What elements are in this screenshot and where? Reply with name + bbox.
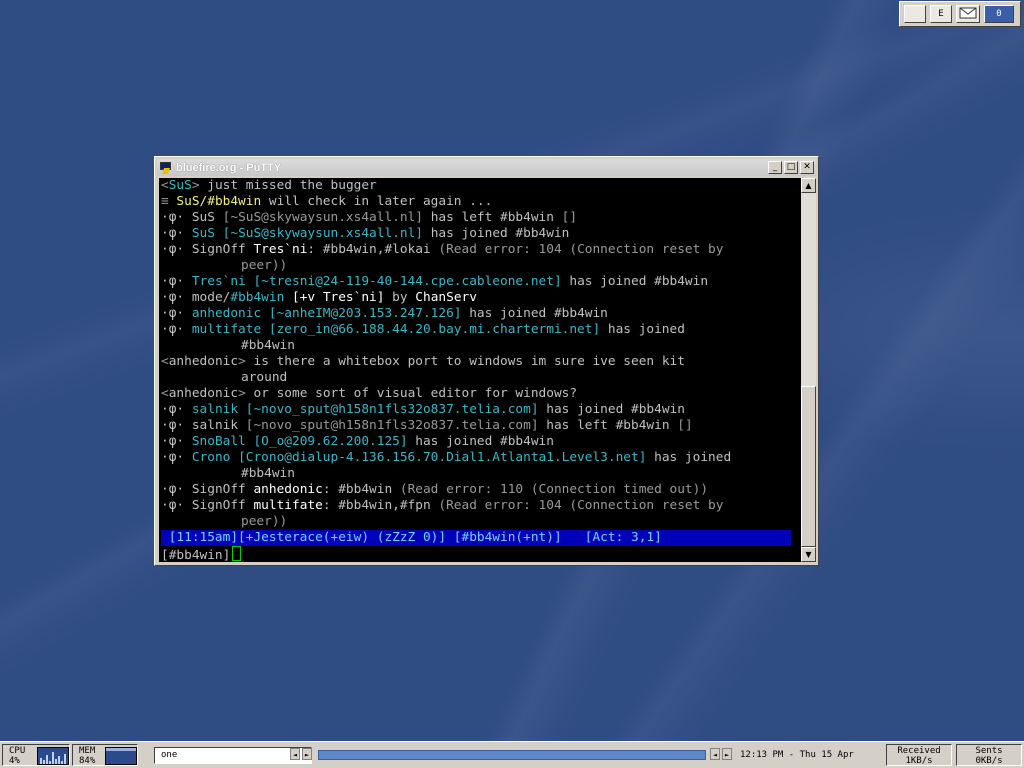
chat-line: ·φ· SignOff anhedonic: #bb4win (Read err… [161,482,709,497]
channel-prompt: [#bb4win] [161,548,231,562]
next-desktop-icon[interactable]: ► [302,748,312,760]
mem-value: 84% [79,756,96,766]
maximize-button[interactable]: □ [784,161,798,174]
scroll-thumb[interactable] [801,386,816,547]
cpu-value: 4% [9,756,20,766]
chat-line: <SuS> just missed the bugger [161,178,377,193]
mail-icon[interactable] [956,5,980,23]
chat-line: ·φ· anhedonic [~anheIM@203.153.247.126] … [161,306,608,321]
vertical-scrollbar[interactable]: ▲ ▼ [801,178,816,562]
chat-line: ·φ· SignOff multifate: #bb4win,#fpn (Rea… [161,498,724,513]
tray-counter-button[interactable]: 0 [984,5,1014,23]
chat-line: ·φ· salnik [~novo_sput@h158n1fls32o837.t… [161,402,685,417]
tray-e-button[interactable]: E [930,5,952,23]
taskbar: CPU 4% MEM 84% one ◄ ► ◄ ► 12:13 PM - Thu … [0,741,1024,768]
task-scroll-track[interactable] [318,750,706,760]
chat-line: peer)) [241,258,288,273]
irc-status-bar: [11:15am][+Jesterace(+eiw) (zZzZ 0)] [#b… [161,530,791,546]
desktop-name-field[interactable]: one [154,747,312,764]
close-button[interactable]: ✕ [800,161,814,174]
received-label: Received [897,746,941,756]
task-prev-icon[interactable]: ◄ [710,748,720,760]
mem-label: MEM [79,746,96,756]
terminal-output[interactable]: <SuS> just missed the bugger ≡ SuS/#bb4w… [159,178,801,562]
chat-line: <anhedonic> or some sort of visual edito… [161,386,578,401]
scroll-down-icon[interactable]: ▼ [801,547,816,562]
chat-line: ·φ· salnik [~novo_sput@h158n1fls32o837.t… [161,418,693,433]
scroll-up-icon[interactable]: ▲ [801,178,816,193]
task-next-icon[interactable]: ► [722,748,732,760]
window-title: bluefire.org - PuTTY [176,161,282,174]
mem-monitor: MEM 84% [72,744,138,766]
clock[interactable]: 12:13 PM - Thu 15 Apr [740,747,870,764]
cpu-monitor: CPU 4% [2,744,70,766]
blank-button[interactable] [904,5,926,23]
chat-line: ·φ· SnoBall [O_o@209.62.200.125] has joi… [161,434,554,449]
chat-line: ·φ· multifate [zero_in@66.188.44.20.bay.… [161,322,685,337]
chat-line: around [241,370,288,385]
chat-line: <anhedonic> is there a whitebox port to … [161,354,685,369]
chat-line: ·φ· Crono [Crono@dialup-4.136.156.70.Dia… [161,450,732,465]
chat-line: peer)) [241,514,288,529]
cpu-label: CPU [9,746,26,756]
chat-line: ·φ· Tres`ni [~tresni@24-119-40-144.cpe.c… [161,274,709,289]
chat-line: ≡ SuS/#bb4win will check in later again … [161,194,493,209]
cpu-graph [37,747,69,765]
chat-line: #bb4win [241,338,295,353]
minimize-button[interactable]: _ [768,161,782,174]
chat-line: ·φ· mode/#bb4win [+v Tres`ni] by ChanSer… [161,290,477,305]
received-value: 1KB/s [905,756,933,766]
title-bar[interactable]: bluefire.org - PuTTY _ □ ✕ [157,159,816,176]
sent-monitor: Sents 0KB/s [956,744,1022,766]
text-cursor [232,546,242,561]
putty-window: bluefire.org - PuTTY _ □ ✕ <SuS> just mi… [154,156,819,566]
sent-value: 0KB/s [975,756,1003,766]
chat-line: ·φ· SignOff Tres`ni: #bb4win,#lokai (Rea… [161,242,724,257]
prev-desktop-icon[interactable]: ◄ [290,748,300,760]
system-tray: E 0 [899,1,1021,27]
input-line[interactable]: [#bb4win] [161,546,242,562]
chat-line: #bb4win [241,466,295,481]
received-monitor: Received 1KB/s [886,744,952,766]
mem-graph [105,747,137,765]
chat-line: ·φ· SuS [~SuS@skywaysun.xs4all.nl] has j… [161,226,570,241]
putty-icon [159,161,173,175]
sent-label: Sents [975,746,1003,756]
chat-line: ·φ· SuS [~SuS@skywaysun.xs4all.nl] has l… [161,210,578,225]
